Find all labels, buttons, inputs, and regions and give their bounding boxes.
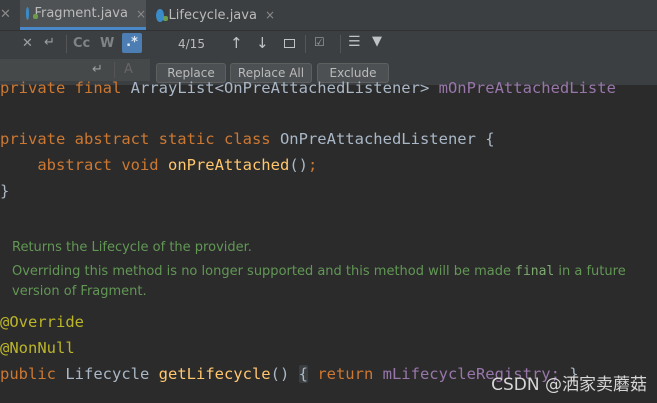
tab-lifecycle-java[interactable]: Lifecycle.java × <box>150 0 275 30</box>
parens: () <box>289 156 308 174</box>
semicolon: ; <box>307 156 318 174</box>
tab-label: Fragment.java <box>34 6 128 21</box>
code-line: private final ArrayList<OnPreAttachedLis… <box>0 79 616 97</box>
select-all-occurrences-icon[interactable] <box>284 39 295 48</box>
method-name: onPreAttached <box>167 156 290 174</box>
separator <box>340 35 341 53</box>
separator <box>66 35 67 53</box>
keyword: public <box>0 365 66 383</box>
preserve-case-icon[interactable]: A <box>124 62 133 77</box>
editor-tab-bar: ✕ Fragment.java × Lifecycle.java × <box>0 0 657 31</box>
doc-text: in a future <box>554 264 626 279</box>
parens: () <box>270 365 299 383</box>
separator <box>114 62 115 78</box>
doc-comment-line: Overriding this method is no longer supp… <box>12 264 626 279</box>
match-case-toggle[interactable]: Cc <box>73 36 90 51</box>
doc-text: Overriding this method is no longer supp… <box>12 264 516 279</box>
doc-comment-line: version of Fragment. <box>12 284 147 299</box>
filter-icon[interactable]: ▼ <box>372 34 382 49</box>
tab-fragment-java[interactable]: Fragment.java × <box>20 0 146 30</box>
field-name: mOnPreAttachedListe <box>438 79 616 97</box>
type-name: ArrayList<OnPreAttachedListener> <box>130 79 439 97</box>
code-line: } <box>0 182 9 200</box>
tab-close-icon[interactable]: × <box>136 7 146 21</box>
in-selection-icon[interactable]: ☑ <box>314 35 325 49</box>
keyword: abstract void <box>37 156 168 174</box>
clear-icon[interactable]: ✕ <box>22 36 33 51</box>
separator <box>305 35 306 53</box>
replace-history-icon[interactable]: ↵ <box>92 62 103 77</box>
java-class-icon <box>26 7 40 20</box>
next-occurrence-icon[interactable]: ↓ <box>256 34 269 52</box>
match-counter: 4/15 <box>178 37 205 51</box>
doc-comment-line: Returns the Lifecycle of the provider. <box>12 240 252 255</box>
annotation: @NonNull <box>0 339 75 357</box>
watermark: CSDN @洒家卖蘑菇 <box>491 375 647 395</box>
java-class-icon <box>156 8 168 22</box>
filter-lines-icon[interactable]: ☰ <box>348 34 361 50</box>
tab-close-icon[interactable]: × <box>265 8 275 22</box>
class-name: OnPreAttachedListener <box>279 130 486 148</box>
code-line: private abstract static class OnPreAttac… <box>0 130 495 148</box>
close-icon[interactable]: ✕ <box>0 7 11 22</box>
folded-block-brace[interactable]: { <box>298 365 308 383</box>
code-line: abstract void onPreAttached(); <box>0 156 317 174</box>
tab-label: Lifecycle.java <box>168 7 257 23</box>
annotation: @Override <box>0 313 84 331</box>
whole-words-toggle[interactable]: W <box>100 36 114 51</box>
keyword: private final <box>0 79 131 97</box>
brace: } <box>0 182 10 200</box>
previous-occurrence-icon[interactable]: ↑ <box>230 34 243 52</box>
method-name: getLifecycle <box>158 365 271 383</box>
history-icon[interactable]: ↵ <box>44 35 55 50</box>
doc-code: final <box>515 264 555 279</box>
regex-toggle[interactable]: .* <box>122 33 142 53</box>
keyword: return <box>307 365 383 383</box>
brace: { <box>485 130 495 148</box>
keyword: private abstract static class <box>0 130 280 148</box>
type-name: Lifecycle <box>65 365 159 383</box>
